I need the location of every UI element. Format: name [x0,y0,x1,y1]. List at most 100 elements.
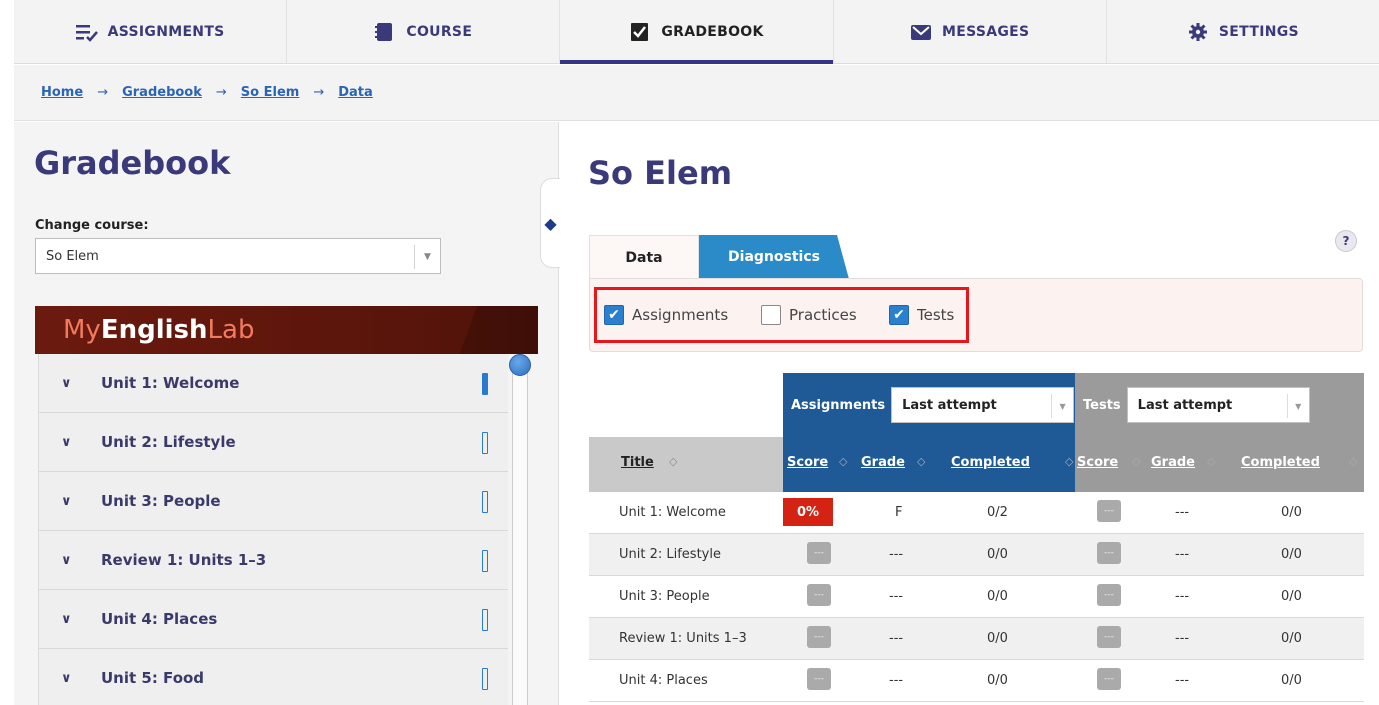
column-title[interactable]: Title [621,455,654,470]
unit-label: Unit 3: People [101,492,221,510]
test-grade: --- [1175,505,1190,520]
column-assignment-score[interactable]: Score [787,455,828,470]
tab-messages[interactable]: MESSAGES [834,0,1107,63]
sort-icon[interactable]: ◇ [839,455,847,468]
unit-item[interactable]: ∨ Unit 4: Places [39,590,508,649]
breadcrumb-separator: → [215,85,227,100]
chevron-down-icon: ∨ [61,375,72,391]
unit-list: ∨ Unit 1: Welcome ∨ Unit 2: Lifestyle ∨ … [38,354,508,705]
assignment-completed: 0/0 [987,631,1008,646]
tests-group-label: Tests [1083,397,1121,413]
unit-item[interactable]: ∨ Review 1: Units 1–3 [39,531,508,590]
unit-item[interactable]: ∨ Unit 5: Food [39,649,508,705]
filter-tests[interactable]: ✔ Tests [889,305,954,325]
arrow-left-icon: ◆ [544,213,557,233]
column-test-completed[interactable]: Completed [1241,455,1320,470]
column-test-score[interactable]: Score [1077,455,1118,470]
filter-practices-label: Practices [789,306,857,324]
sort-icon[interactable]: ◇ [1132,455,1140,468]
breadcrumb-home[interactable]: Home [41,85,83,100]
breadcrumb-data[interactable]: Data [338,85,373,100]
progress-bar-icon [482,373,488,395]
test-score-pill: --- [1097,542,1121,564]
breadcrumb-separator: → [97,85,109,100]
course-select[interactable]: So Elem ▼ [35,238,441,274]
tab-assignments[interactable]: ASSIGNMENTS [14,0,288,63]
test-completed: 0/0 [1281,505,1302,520]
tests-attempt-value: Last attempt [1137,397,1233,413]
unit-item[interactable]: ∨ Unit 1: Welcome [39,354,508,413]
sort-icon[interactable]: ◇ [1065,455,1073,468]
course-select-value: So Elem [46,248,99,264]
checkbox-checked-icon[interactable]: ✔ [604,305,624,325]
settings-icon [1187,22,1209,42]
progress-bar-icon [482,668,488,690]
row-title: Unit 4: Places [619,673,708,688]
assignment-completed: 0/0 [987,547,1008,562]
unit-item[interactable]: ∨ Unit 2: Lifestyle [39,413,508,472]
unit-list-scrollbar[interactable] [512,360,528,705]
row-title: Unit 3: People [619,589,710,604]
unit-item[interactable]: ∨ Unit 3: People [39,472,508,531]
assignment-completed: 0/0 [987,589,1008,604]
column-assignment-grade[interactable]: Grade [861,455,905,470]
breadcrumb-course[interactable]: So Elem [241,85,300,100]
chevron-down-icon: ∨ [61,434,72,450]
tab-data[interactable]: Data [589,235,699,279]
progress-bar-icon [482,609,488,631]
checkbox-checked-icon[interactable]: ✔ [889,305,909,325]
tab-settings[interactable]: SETTINGS [1107,0,1379,63]
table-group-header: Assignments Last attempt ▼ Tests Last at… [783,373,1364,437]
assignments-group-label: Assignments [791,397,886,413]
sort-icon[interactable]: ◇ [1349,455,1357,468]
tab-assignments-label: ASSIGNMENTS [107,23,225,40]
column-assignment-completed[interactable]: Completed [951,455,1030,470]
sort-icon[interactable]: ◇ [1207,455,1215,468]
page-title: Gradebook [34,144,231,182]
unit-label: Unit 1: Welcome [101,374,240,392]
chevron-down-icon: ∨ [61,493,72,509]
help-icon[interactable]: ? [1335,230,1357,252]
breadcrumb: Home → Gradebook → So Elem → Data [14,65,1379,121]
assignment-grade: --- [889,547,904,562]
table-row[interactable]: Unit 4: Places --- --- 0/0 --- --- 0/0 [589,660,1364,702]
assignment-score-pill: --- [807,668,831,690]
filter-practices[interactable]: Practices [761,305,857,325]
assignment-grade: --- [889,673,904,688]
course-icon [374,22,396,42]
collapse-panel-button[interactable]: ◆ [540,178,560,268]
tests-attempt-select[interactable]: Last attempt ▼ [1126,387,1310,423]
tests-group-header: Tests Last attempt ▼ [1075,373,1364,437]
test-grade: --- [1175,589,1190,604]
tab-gradebook[interactable]: GRADEBOOK [560,0,834,64]
chevron-down-icon: ▼ [414,245,440,269]
table-row[interactable]: Review 1: Units 1–3 --- --- 0/0 --- --- … [589,618,1364,660]
chevron-down-icon: ▼ [1051,394,1073,418]
breadcrumb-gradebook[interactable]: Gradebook [122,85,202,100]
assignment-score-pill: --- [807,542,831,564]
sort-icon[interactable]: ◇ [917,455,925,468]
banner-lab: Lab [207,315,255,345]
sort-icon[interactable]: ◇ [669,455,677,468]
table-row[interactable]: Unit 3: People --- --- 0/0 --- --- 0/0 [589,576,1364,618]
table-row[interactable]: Unit 2: Lifestyle --- --- 0/0 --- --- 0/… [589,534,1364,576]
assignment-grade: --- [889,631,904,646]
filter-assignments[interactable]: ✔ Assignments [604,305,728,325]
assignment-completed: 0/0 [987,673,1008,688]
checkbox-unchecked-icon[interactable] [761,305,781,325]
test-score-pill: --- [1097,668,1121,690]
column-test-grade[interactable]: Grade [1151,455,1195,470]
assignments-attempt-select[interactable]: Last attempt ▼ [891,387,1075,423]
unit-label: Review 1: Units 1–3 [101,551,267,569]
tab-diagnostics[interactable]: Diagnostics [699,235,849,279]
score-badge-alert: 0% [783,498,833,526]
scrollbar-handle[interactable] [509,354,531,376]
row-title: Unit 1: Welcome [619,505,726,520]
row-title: Review 1: Units 1–3 [619,631,747,646]
tab-course[interactable]: COURSE [287,0,561,63]
test-score-pill: --- [1097,500,1121,522]
table-row[interactable]: Unit 1: Welcome 0% F 0/2 --- --- 0/0 [589,492,1364,534]
assignment-completed: 0/2 [987,505,1008,520]
test-grade: --- [1175,547,1190,562]
test-score-pill: --- [1097,584,1121,606]
